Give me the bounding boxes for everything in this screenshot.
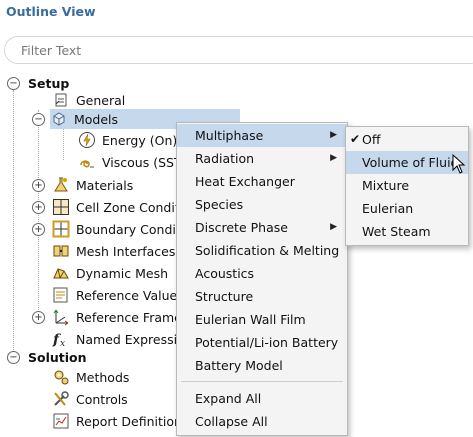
submenu-arrow-icon: ▶	[330, 222, 337, 232]
reference-frames-axes-icon	[52, 308, 70, 326]
tree-label: Cell Zone Condit	[76, 199, 180, 215]
reference-values-icon	[52, 286, 70, 304]
tree-label: Materials	[76, 177, 134, 193]
tree-label: Named Expressi	[76, 331, 178, 347]
materials-expand-toggle[interactable]: +	[32, 179, 45, 192]
menu-item-acoustics[interactable]: Acoustics	[177, 262, 347, 285]
mouse-cursor-icon	[452, 154, 466, 174]
general-icon	[52, 91, 70, 109]
menu-separator	[181, 381, 343, 382]
menu-item-species[interactable]: Species	[177, 193, 347, 216]
methods-gears-icon	[52, 368, 70, 386]
report-definitions-icon	[52, 412, 70, 430]
menu-item-battery-model[interactable]: Battery Model	[177, 354, 347, 377]
tree-connector	[13, 90, 14, 356]
multiphase-submenu: ✔ Off Volume of Fluid Mixture Eulerian Wet St…	[345, 126, 469, 246]
controls-tools-icon	[52, 390, 70, 408]
tree-item-reference-values[interactable]: Reference Value	[52, 285, 177, 305]
menu-item-radiation[interactable]: Radiation ▶	[177, 147, 347, 170]
dynamic-mesh-icon	[52, 264, 70, 282]
tree-label: Viscous (SST	[102, 154, 182, 170]
submenu-item-mixture[interactable]: Mixture	[346, 174, 468, 197]
models-collapse-toggle[interactable]: −	[32, 113, 45, 126]
tree-item-materials[interactable]: Materials	[52, 175, 133, 195]
tree-label: Energy (On)	[102, 132, 178, 148]
tree-item-methods[interactable]: Methods	[52, 367, 129, 387]
checkmark-icon: ✔	[350, 132, 361, 146]
menu-item-potential-li-ion-battery[interactable]: Potential/Li-ion Battery	[177, 331, 347, 354]
tree-label: Controls	[76, 391, 128, 407]
submenu-arrow-icon: ▶	[330, 153, 337, 163]
submenu-arrow-icon: ▶	[330, 130, 337, 140]
submenu-item-volume-of-fluid[interactable]: Volume of Fluid	[346, 151, 468, 174]
menu-item-expand-all[interactable]: Expand All	[177, 387, 347, 410]
tree-connector	[63, 128, 64, 160]
tree-item-mesh-interfaces[interactable]: Mesh Interfaces	[52, 241, 175, 261]
tree-item-energy[interactable]: Energy (On)	[78, 130, 177, 150]
cell-zone-grid-icon	[52, 198, 70, 216]
tree-item-solution[interactable]: Solution	[28, 347, 87, 367]
setup-collapse-toggle[interactable]: −	[7, 77, 20, 90]
filter-box[interactable]	[4, 36, 473, 64]
tree-item-general[interactable]: General	[52, 90, 125, 110]
tree-item-viscous[interactable]: Viscous (SST	[78, 152, 182, 172]
function-icon: fx	[52, 330, 70, 348]
tree-label: Solution	[28, 349, 87, 365]
viscous-icon	[78, 153, 96, 171]
tree-label: Dynamic Mesh	[76, 265, 169, 281]
menu-item-collapse-all[interactable]: Collapse All	[177, 410, 347, 433]
filter-input[interactable]	[19, 42, 423, 59]
materials-flask-icon	[52, 176, 70, 194]
models-cube-icon	[50, 110, 68, 128]
tree-item-controls[interactable]: Controls	[52, 389, 128, 409]
reference-frames-expand-toggle[interactable]: +	[32, 311, 45, 324]
submenu-item-eulerian[interactable]: Eulerian	[346, 197, 468, 220]
tree-item-named-expressions[interactable]: fx Named Expressi	[52, 329, 177, 349]
solution-collapse-toggle[interactable]: −	[7, 351, 20, 364]
tree-label: Report Definition	[76, 413, 182, 429]
menu-item-eulerian-wall-film[interactable]: Eulerian Wall Film	[177, 308, 347, 331]
cell-zone-expand-toggle[interactable]: +	[32, 201, 45, 214]
tree-item-cell-zone[interactable]: Cell Zone Condit	[52, 197, 180, 217]
tree-label: General	[76, 92, 126, 108]
boundary-expand-toggle[interactable]: +	[32, 223, 45, 236]
panel-title: Outline View	[6, 4, 96, 19]
tree-item-boundary[interactable]: Boundary Condit	[52, 219, 181, 239]
tree-label: Reference Frame	[76, 309, 182, 325]
tree-label: Mesh Interfaces	[76, 243, 176, 259]
tree-item-report-definitions[interactable]: Report Definition	[52, 411, 182, 431]
tree-connector	[38, 110, 39, 320]
menu-item-structure[interactable]: Structure	[177, 285, 347, 308]
tree-item-reference-frames[interactable]: Reference Frame	[52, 307, 182, 327]
menu-item-solidification-melting[interactable]: Solidification & Melting	[177, 239, 347, 262]
boundary-grid-icon	[52, 220, 70, 238]
mesh-interfaces-icon	[52, 242, 70, 260]
tree-label: Setup	[28, 75, 70, 91]
tree-label: Models	[74, 111, 119, 127]
menu-item-heat-exchanger[interactable]: Heat Exchanger	[177, 170, 347, 193]
energy-icon	[78, 131, 96, 149]
menu-item-multiphase[interactable]: Multiphase ▶	[177, 124, 347, 147]
tree-label: Reference Value	[76, 287, 178, 303]
tree-item-dynamic-mesh[interactable]: Dynamic Mesh	[52, 263, 168, 283]
tree-label: Boundary Condit	[76, 221, 181, 237]
menu-item-discrete-phase[interactable]: Discrete Phase ▶	[177, 216, 347, 239]
submenu-item-off[interactable]: ✔ Off	[346, 128, 468, 151]
submenu-item-wet-steam[interactable]: Wet Steam	[346, 220, 468, 243]
tree-label: Methods	[76, 369, 130, 385]
context-menu: Multiphase ▶ Radiation ▶ Heat Exchanger Speci…	[176, 122, 348, 436]
